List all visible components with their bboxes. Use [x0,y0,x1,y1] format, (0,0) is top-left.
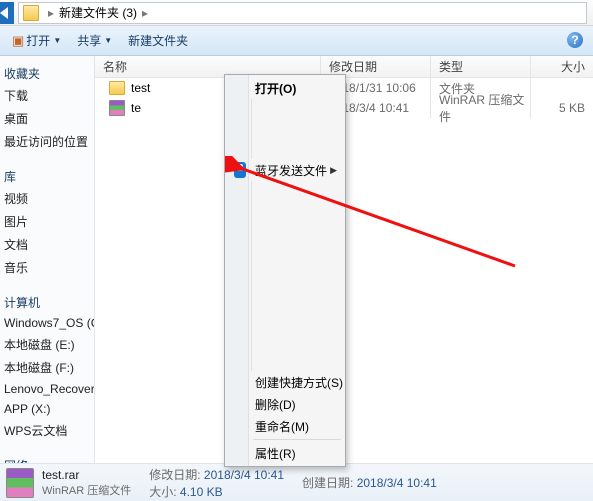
sidebar: 收藏夹 下载 桌面 最近访问的位置 库 视频 图片 文档 音乐 计算机 Wind… [0,56,95,463]
details-mod-label: 修改日期: [149,468,200,482]
details-type: WinRAR 压缩文件 [42,482,131,498]
main-area: 收藏夹 下载 桌面 最近访问的位置 库 视频 图片 文档 音乐 计算机 Wind… [0,56,593,463]
breadcrumb[interactable]: ▸ 新建文件夹 (3) ▸ [18,2,587,24]
details-name: test.rar [42,468,131,482]
details-size-label: 大小: [149,485,176,499]
sidebar-item[interactable]: WPS云文档 [0,419,94,442]
file-type: WinRAR 压缩文件 [431,98,531,118]
sidebar-item[interactable]: 本地磁盘 (E:) [0,333,94,356]
folder-icon [109,81,125,95]
ctx-separator [253,439,341,440]
address-bar: ▸ 新建文件夹 (3) ▸ [0,0,593,26]
sidebar-item[interactable]: 图片 [0,210,94,233]
sidebar-item[interactable]: 最近访问的位置 [0,130,94,153]
new-folder-button[interactable]: 新建文件夹 [120,29,196,52]
column-type[interactable]: 类型 [431,56,531,77]
sidebar-head-network[interactable]: 网络 [0,452,94,463]
rar-icon [6,468,34,498]
sidebar-item[interactable]: APP (X:) [0,399,94,419]
file-name: te [131,101,141,115]
sidebar-item[interactable]: 本地磁盘 (F:) [0,356,94,379]
context-menu: 打开(O) 蓝牙发送文件▶ 创建快捷方式(S) 删除(D) 重命名(M) 属性(… [224,74,346,467]
rar-icon [109,100,125,116]
file-size [531,78,593,98]
bluetooth-icon [232,162,248,178]
column-size[interactable]: 大小 [531,56,593,77]
sidebar-item[interactable]: 音乐 [0,256,94,279]
new-folder-label: 新建文件夹 [128,32,188,49]
toolbar: ▣ 打开 ▼ 共享 ▼ 新建文件夹 ? [0,26,593,56]
sidebar-item[interactable]: 文档 [0,233,94,256]
sidebar-head-favorites[interactable]: 收藏夹 [0,60,94,84]
chevron-right-icon: ▸ [137,6,153,20]
details-create-value: 2018/3/4 10:41 [357,476,437,490]
details-pane: test.rar WinRAR 压缩文件 修改日期: 2018/3/4 10:4… [0,463,593,501]
sidebar-item[interactable]: 视频 [0,187,94,210]
ctx-properties[interactable]: 属性(R) [227,442,343,464]
open-label: 打开 [26,32,50,49]
ctx-blank [251,99,343,159]
nav-back-button[interactable] [0,2,14,24]
sidebar-item[interactable]: Windows7_OS (C:) [0,313,94,333]
sidebar-item[interactable]: 桌面 [0,107,94,130]
ctx-rename[interactable]: 重命名(M) [227,415,343,437]
ctx-blank [251,181,343,371]
ctx-delete[interactable]: 删除(D) [227,393,343,415]
breadcrumb-folder: 新建文件夹 (3) [59,4,137,21]
chevron-down-icon: ▼ [104,36,112,45]
sidebar-head-libraries[interactable]: 库 [0,163,94,187]
details-create-label: 创建日期: [302,476,353,490]
ctx-open[interactable]: 打开(O) [227,77,343,99]
file-list-area: 名称 修改日期 类型 大小 test 2018/1/31 10:06 文件夹 t… [95,56,593,463]
help-icon[interactable]: ? [567,32,583,48]
ctx-shortcut[interactable]: 创建快捷方式(S) [227,371,343,393]
share-label: 共享 [77,32,101,49]
details-size-value: 4.10 KB [180,485,223,499]
details-mod-value: 2018/3/4 10:41 [204,468,284,482]
open-button[interactable]: ▣ 打开 ▼ [4,29,69,52]
chevron-down-icon: ▼ [53,36,61,45]
file-size: 5 KB [531,98,593,118]
folder-icon [23,5,39,21]
file-name: test [131,81,150,95]
chevron-right-icon: ▶ [330,165,337,176]
ctx-bluetooth[interactable]: 蓝牙发送文件▶ [227,159,343,181]
share-button[interactable]: 共享 ▼ [69,29,120,52]
open-icon: ▣ [12,33,24,49]
sidebar-head-computer[interactable]: 计算机 [0,289,94,313]
chevron-right-icon: ▸ [43,6,59,20]
sidebar-item[interactable]: Lenovo_Recovery ( [0,379,94,399]
sidebar-item[interactable]: 下载 [0,84,94,107]
